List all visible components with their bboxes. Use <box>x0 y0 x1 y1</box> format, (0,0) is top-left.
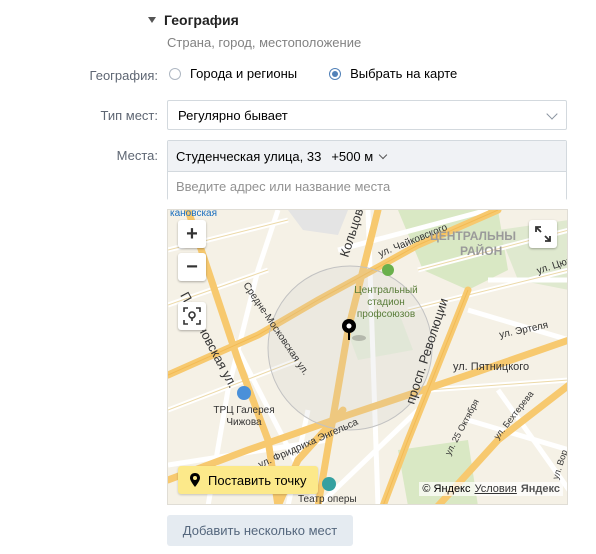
map-label: ЦЕНТРАЛЬНЫ <box>430 229 516 243</box>
yandex-logo: Яндекс <box>520 483 560 495</box>
radio-select-on-map[interactable]: Выбрать на карте <box>329 66 457 81</box>
minus-icon: − <box>186 255 198 278</box>
collapse-triangle-icon <box>148 17 156 23</box>
places-label: Места: <box>116 148 158 163</box>
plus-icon: + <box>186 222 198 245</box>
place-point-button[interactable]: Поставить точку <box>178 466 319 494</box>
place-point-label: Поставить точку <box>208 472 307 488</box>
place-type-value: Регулярно бывает <box>178 107 288 123</box>
place-item[interactable]: Студенческая улица, 33 +500 м <box>168 141 566 171</box>
radius-value: +500 м <box>331 148 374 164</box>
terms-link[interactable]: Условия <box>475 483 517 495</box>
radio-label: Города и регионы <box>190 66 298 81</box>
map-label: кановская <box>170 210 217 219</box>
block-area <box>288 210 348 235</box>
places-box: Студенческая улица, 33 +500 м <box>167 140 567 200</box>
geo-label: География: <box>89 68 158 83</box>
place-type-select[interactable]: Регулярно бывает <box>167 100 567 130</box>
fullscreen-button[interactable] <box>529 220 557 248</box>
map-label: Чижова <box>226 417 262 428</box>
place-search-input[interactable] <box>168 171 566 200</box>
radio-button-off[interactable] <box>169 67 181 80</box>
map-copyright: © Яндекс Условия Яндекс <box>419 482 563 496</box>
section-header[interactable]: География <box>148 12 239 28</box>
map-label: стадион <box>367 297 405 308</box>
radio-button-on[interactable] <box>329 67 342 80</box>
radio-cities-regions[interactable]: Города и регионы <box>169 66 297 81</box>
map-label: ТРЦ Галерея <box>213 405 274 416</box>
map-label: Театр оперы <box>298 494 357 505</box>
radio-label: Выбрать на карте <box>350 66 458 81</box>
stadium-icon <box>382 264 394 276</box>
locate-icon <box>183 307 201 325</box>
map-label: профсоюзов <box>357 308 415 320</box>
expand-icon <box>535 226 551 242</box>
map-label: Центральный <box>354 285 418 296</box>
add-several-places-button[interactable]: Добавить несколько мест <box>167 515 353 546</box>
chevron-down-icon <box>546 108 558 120</box>
pin-icon <box>190 473 200 487</box>
zoom-in-button[interactable]: + <box>178 220 206 248</box>
geo-radio-group: Города и регионы Выбрать на карте <box>169 66 489 81</box>
map-label: ул. Пятницкого <box>453 361 529 373</box>
place-type-label: Тип мест: <box>100 108 158 123</box>
section-title: География <box>164 12 239 28</box>
theater-icon <box>322 477 336 491</box>
map-canvas[interactable]: кановская Кольцовска ул. Чайковского ЦЕН… <box>168 210 568 505</box>
place-address: Студенческая улица, 33 <box>176 148 322 164</box>
zoom-out-button[interactable]: − <box>178 253 206 281</box>
chevron-down-icon <box>378 150 388 159</box>
section-subtitle: Страна, город, местоположение <box>167 35 362 50</box>
geolocation-button[interactable] <box>178 302 206 330</box>
map-label: РАЙОН <box>460 243 502 258</box>
shopping-icon <box>237 386 251 400</box>
map[interactable]: кановская Кольцовска ул. Чайковского ЦЕН… <box>167 209 568 505</box>
radius-dropdown[interactable]: +500 м <box>331 148 388 164</box>
copyright-text: © Яндекс <box>422 483 471 495</box>
